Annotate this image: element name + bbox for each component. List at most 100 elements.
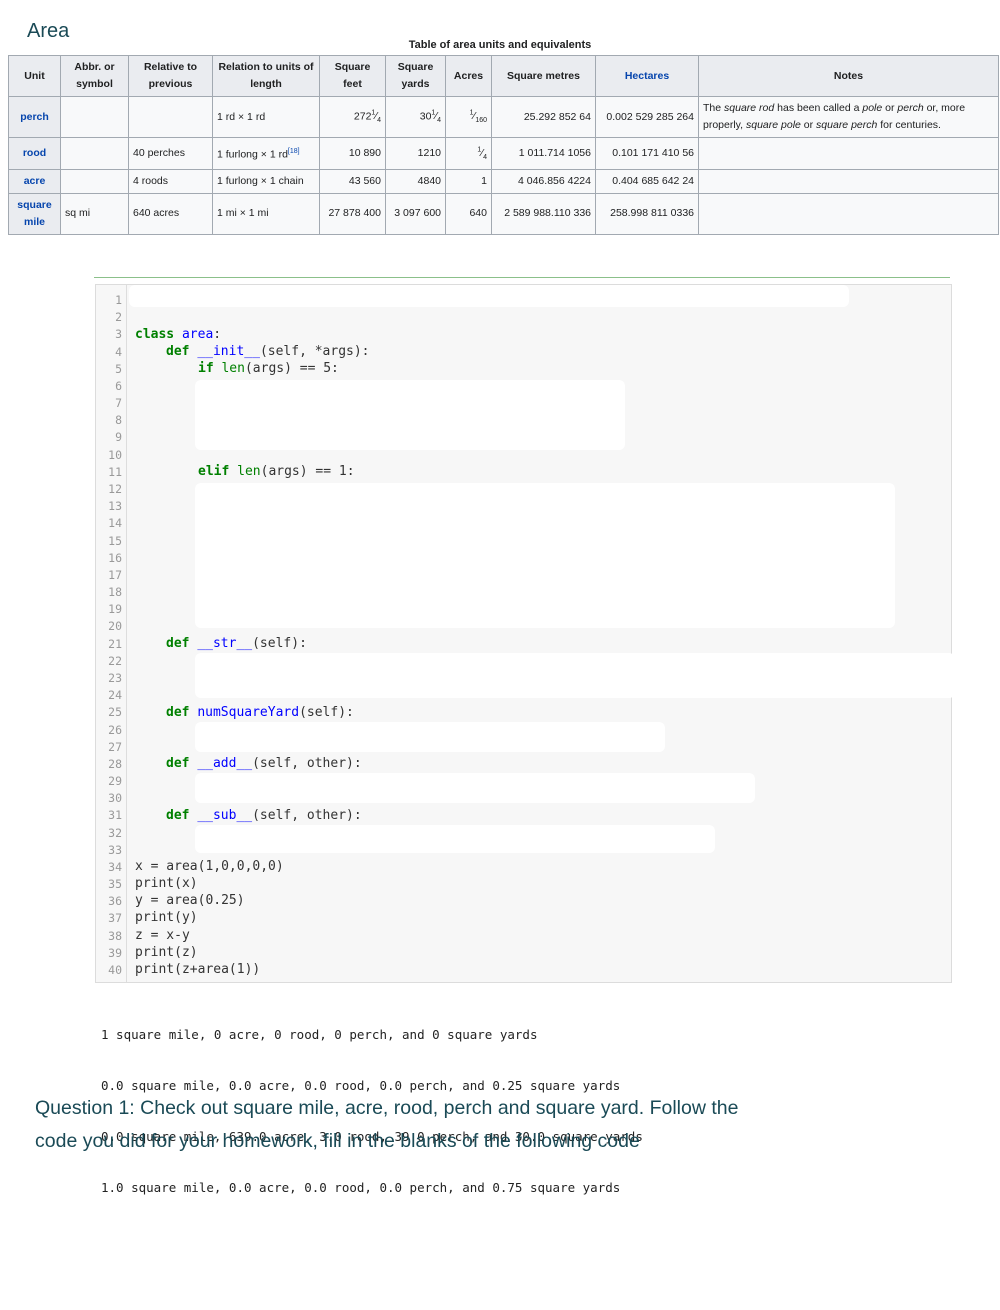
output-line: 1.0 square mile, 0.0 acre, 0.0 rood, 0.0… [101, 1180, 621, 1195]
unit-link-perch[interactable]: perch [8, 96, 61, 138]
line-number: 36 [108, 894, 122, 909]
line-number: 19 [108, 602, 122, 617]
code-line-31: def __sub__(self, other): [166, 808, 362, 823]
relation-cell: 1 rd × 1 rd [212, 96, 320, 138]
abbr-cell [60, 96, 129, 138]
square-feet-cell: 2721⁄4 [319, 96, 386, 138]
line-number: 15 [108, 533, 122, 548]
unit-link-square-mile[interactable]: square mile [8, 192, 61, 235]
code-line-4: def __init__(self, *args): [166, 344, 370, 359]
line-number: 35 [108, 877, 122, 892]
fraction: 1⁄160 [469, 109, 487, 125]
hectares-cell: 0.404 685 642 24 [595, 168, 699, 194]
line-number: 9 [115, 430, 122, 445]
col-header-square-metres[interactable]: Square metres [491, 55, 596, 97]
notes-cell [698, 192, 999, 235]
unit-link-acre[interactable]: acre [8, 168, 61, 194]
line-number: 4 [115, 344, 122, 359]
col-header-acres[interactable]: Acres [445, 55, 492, 97]
hectares-cell: 0.002 529 285 264 [595, 96, 699, 138]
code-line-5: if len(args) == 5: [198, 361, 339, 376]
acres-cell: 1 [445, 168, 492, 194]
line-number: 34 [108, 859, 122, 874]
code-line-35: print(x) [135, 876, 198, 891]
table-row-square-mile: square mile sq mi 640 acres 1 mi × 1 mi … [8, 192, 999, 235]
unit-link-rood[interactable]: rood [8, 137, 61, 170]
redacted-blank [195, 653, 955, 698]
line-number: 22 [108, 653, 122, 668]
line-number: 21 [108, 636, 122, 651]
redacted-blank [195, 483, 895, 628]
line-number: 33 [108, 842, 122, 857]
code-line-34: x = area(1,0,0,0,0) [135, 859, 284, 874]
line-number: 40 [108, 963, 122, 978]
table-row-rood: rood 40 perches 1 furlong × 1 rd[18] 10 … [8, 137, 999, 170]
redacted-blank [195, 722, 665, 752]
line-number: 24 [108, 688, 122, 703]
line-number: 37 [108, 911, 122, 926]
line-number: 7 [115, 396, 122, 411]
line-number: 20 [108, 619, 122, 634]
table-caption: Table of area units and equivalents [408, 39, 592, 51]
code-line-36: y = area(0.25) [135, 893, 245, 908]
whole-part: 272 [353, 110, 372, 123]
notes-cell: The square rod has been called a pole or… [698, 96, 999, 138]
output-line: 1 square mile, 0 acre, 0 rood, 0 perch, … [101, 1027, 538, 1042]
square-metres-cell: 1 011.714 1056 [491, 137, 596, 170]
question-text: Question 1: Check out square mile, acre,… [35, 1097, 739, 1152]
col-header-hectares-link[interactable]: Hectares [595, 55, 699, 97]
line-number: 2 [115, 310, 122, 325]
col-header-relation[interactable]: Relation to units of length [212, 55, 320, 97]
relative-cell: 40 perches [128, 137, 213, 170]
whole-part: 30 [419, 110, 432, 123]
acres-cell: 640 [445, 192, 492, 235]
line-number: 13 [108, 499, 122, 514]
col-header-unit[interactable]: Unit [8, 55, 61, 97]
code-line-37: print(y) [135, 910, 198, 925]
table-header-row: Unit Abbr. or symbol Relative to previou… [8, 55, 999, 97]
acres-cell: 1⁄160 [445, 96, 492, 138]
code-line-39: print(z) [135, 945, 198, 960]
line-number: 6 [115, 378, 122, 393]
line-number: 25 [108, 705, 122, 720]
hectares-cell: 0.101 171 410 56 [595, 137, 699, 170]
square-metres-cell: 25.292 852 64 [491, 96, 596, 138]
abbr-cell [60, 137, 129, 170]
line-number: 3 [115, 327, 122, 342]
table-row-acre: acre 4 roods 1 furlong × 1 chain 43 560 … [8, 168, 999, 194]
square-yards-cell: 301⁄4 [385, 96, 446, 138]
code-line-28: def __add__(self, other): [166, 756, 362, 771]
square-yards-cell: 1210 [385, 137, 446, 170]
code-line-38: z = x-y [135, 928, 190, 943]
fraction: 1⁄4 [371, 109, 381, 125]
relation-cell: 1 furlong × 1 chain [212, 168, 320, 194]
table-row-perch: perch 1 rd × 1 rd 2721⁄4 301⁄4 1⁄160 25.… [8, 96, 999, 138]
square-feet-cell: 27 878 400 [319, 192, 386, 235]
code-editor[interactable]: 1 2 3 4 5 6 7 8 9 10 11 12 13 14 15 16 17 18 19 20 21 22 23 24 2… [95, 284, 955, 983]
fraction: 1⁄4 [431, 109, 441, 125]
notes-cell [698, 137, 999, 170]
col-header-square-feet[interactable]: Square feet [319, 55, 386, 97]
code-line-25: def numSquareYard(self): [166, 705, 354, 720]
abbr-cell: sq mi [60, 192, 129, 235]
square-metres-cell: 4 046.856 4224 [491, 168, 596, 194]
abbr-cell [60, 168, 129, 194]
reference-link[interactable]: [18] [288, 148, 300, 155]
relative-cell: 640 acres [128, 192, 213, 235]
line-number: 14 [108, 516, 122, 531]
code-line-11: elif len(args) == 1: [198, 464, 355, 479]
code-area[interactable]: class area: def __init__(self, *args): i… [127, 285, 955, 982]
line-number: 26 [108, 722, 122, 737]
col-header-notes[interactable]: Notes [698, 55, 999, 97]
relation-cell: 1 mi × 1 mi [212, 192, 320, 235]
col-header-relative[interactable]: Relative to previous [128, 55, 213, 97]
code-line-40: print(z+area(1)) [135, 962, 261, 977]
notes-cell [698, 168, 999, 194]
line-number: 32 [108, 825, 122, 840]
col-header-square-yards[interactable]: Square yards [385, 55, 446, 97]
col-header-abbr[interactable]: Abbr. or symbol [60, 55, 129, 97]
line-number: 39 [108, 945, 122, 960]
line-number: 10 [108, 447, 122, 462]
section-divider [94, 277, 950, 278]
line-number: 16 [108, 550, 122, 565]
